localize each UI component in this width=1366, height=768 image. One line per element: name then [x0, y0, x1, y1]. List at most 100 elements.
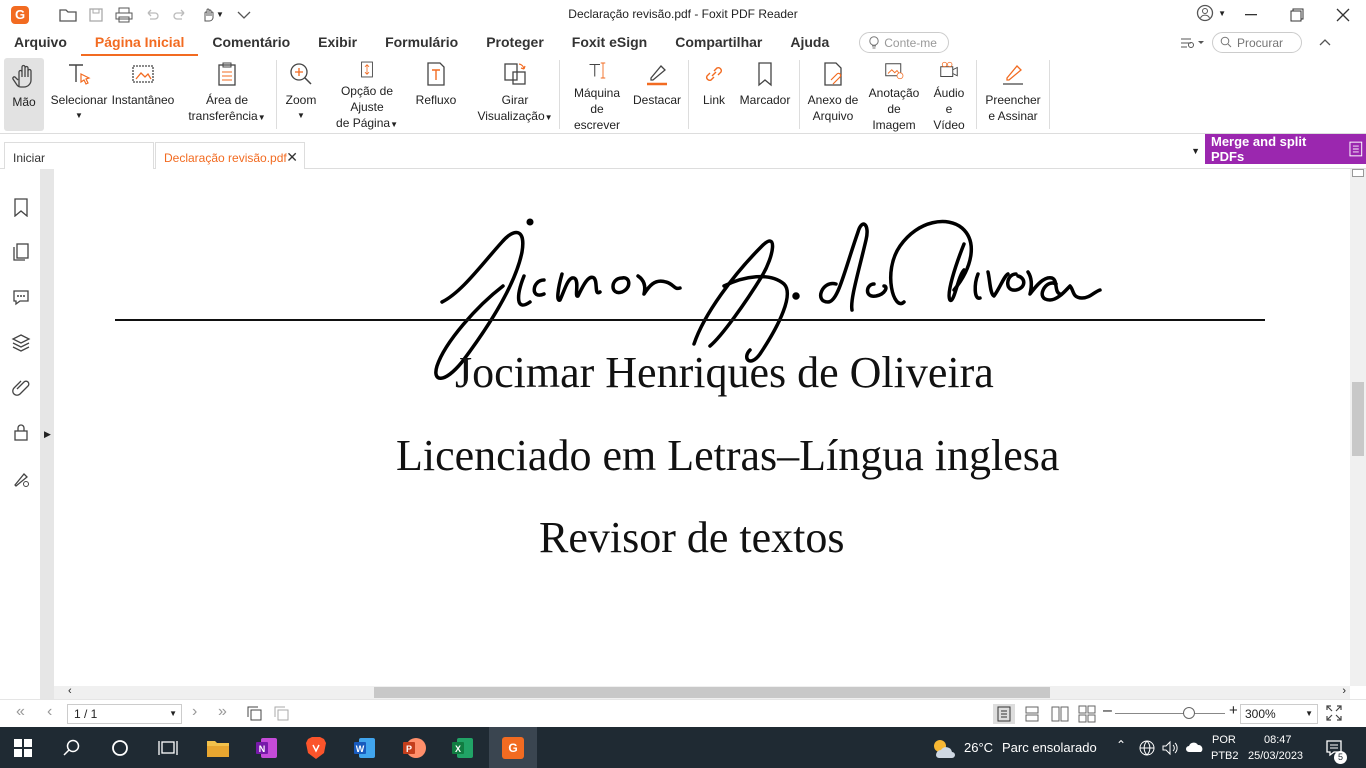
next-page-icon[interactable]: › — [192, 703, 197, 721]
tab-home[interactable]: Iniciar — [4, 142, 154, 169]
previous-page-icon[interactable]: ‹ — [47, 703, 52, 721]
horizontal-scrollbar[interactable]: ‹ › — [54, 685, 1350, 699]
bookmark-button[interactable]: Marcador — [735, 56, 795, 133]
powerpoint-icon[interactable]: P — [401, 735, 427, 761]
task-view-icon[interactable] — [155, 735, 181, 761]
security-panel-icon[interactable] — [11, 422, 31, 442]
redo-icon[interactable] — [168, 3, 192, 27]
hand-button[interactable]: Mão — [4, 58, 44, 131]
save-icon[interactable] — [84, 3, 108, 27]
weather-icon[interactable] — [930, 735, 956, 761]
menu-comentario[interactable]: Comentário — [198, 29, 304, 56]
single-page-view-icon[interactable] — [993, 704, 1015, 724]
expand-panel-icon[interactable]: ▶ — [44, 429, 51, 440]
zoom-slider-knob[interactable] — [1183, 707, 1195, 719]
search-options-icon[interactable] — [1180, 36, 1206, 50]
scroll-left-icon[interactable]: ‹ — [68, 685, 72, 697]
word-icon[interactable]: W — [352, 735, 378, 761]
horizontal-scroll-thumb[interactable] — [374, 687, 1050, 698]
signatures-panel-icon[interactable] — [11, 469, 31, 489]
audio-video-button[interactable]: Áudio e Vídeo — [926, 56, 972, 133]
page-dropdown-icon[interactable]: ▼ — [169, 709, 177, 718]
highlight-button[interactable]: Destacar — [630, 56, 684, 133]
clipboard-button[interactable]: Área de transferência▼ — [182, 56, 272, 133]
foxit-reader-taskbar-icon[interactable]: G — [500, 735, 526, 761]
show-hidden-icons-icon[interactable]: ⌃ — [1116, 738, 1126, 752]
foxit-logo-icon[interactable]: G — [8, 3, 32, 27]
cortana-icon[interactable] — [107, 735, 133, 761]
menu-foxit-esign[interactable]: Foxit eSign — [558, 29, 661, 56]
brave-browser-icon[interactable] — [303, 735, 329, 761]
volume-icon[interactable] — [1161, 739, 1179, 757]
continuous-view-icon[interactable] — [1022, 704, 1042, 724]
search-taskbar-icon[interactable] — [59, 735, 85, 761]
clock-date[interactable]: 25/03/2023 — [1248, 749, 1303, 763]
file-explorer-icon[interactable] — [205, 735, 231, 761]
menu-pagina-inicial[interactable]: Página Inicial — [80, 29, 199, 56]
account-button[interactable]: ▼ — [1196, 4, 1226, 22]
next-view-icon[interactable] — [273, 705, 291, 723]
menu-proteger[interactable]: Proteger — [472, 29, 558, 56]
pages-panel-icon[interactable] — [11, 242, 31, 262]
tab-document[interactable]: Declaração revisão.pdf ✕ — [155, 142, 305, 169]
vertical-scrollbar[interactable] — [1350, 169, 1366, 686]
comments-panel-icon[interactable] — [11, 287, 31, 307]
zoom-level-dropdown-icon[interactable]: ▼ — [1305, 709, 1313, 718]
maximize-button[interactable] — [1274, 0, 1320, 29]
close-button[interactable] — [1320, 0, 1366, 29]
hand-tool-icon[interactable]: ▼ — [196, 3, 228, 27]
windows-start-icon[interactable] — [10, 735, 36, 761]
zoom-out-icon[interactable]: – — [1103, 702, 1112, 720]
menu-formulario[interactable]: Formulário — [371, 29, 472, 56]
typewriter-button[interactable]: Máquina de escrever — [564, 56, 630, 133]
fullscreen-icon[interactable] — [1326, 705, 1342, 721]
link-button[interactable]: Link — [693, 56, 735, 133]
snapshot-button[interactable]: Instantâneo — [110, 56, 176, 133]
attachments-panel-icon[interactable] — [11, 377, 31, 397]
print-icon[interactable] — [112, 3, 136, 27]
bookmarks-panel-icon[interactable] — [11, 197, 31, 217]
previous-view-icon[interactable] — [246, 705, 264, 723]
facing-view-icon[interactable] — [1050, 704, 1070, 724]
reflow-button[interactable]: Refluxo — [413, 56, 459, 133]
minimize-button[interactable] — [1228, 0, 1274, 29]
document-view[interactable]: Jocimar Henriques de Oliveira Licenciado… — [54, 169, 1350, 686]
layers-panel-icon[interactable] — [11, 332, 31, 352]
customize-toolbar-icon[interactable] — [232, 3, 256, 27]
input-language-1[interactable]: POR — [1212, 733, 1236, 747]
vertical-scroll-thumb[interactable] — [1352, 382, 1364, 456]
panel-splitter[interactable]: ▶ — [40, 169, 54, 699]
clock-time[interactable]: 08:47 — [1264, 733, 1292, 747]
scroll-up-button[interactable] — [1352, 169, 1364, 177]
ribbon-collapse-icon[interactable] — [1318, 38, 1332, 48]
rotate-view-button[interactable]: Girar Visualização▼ — [475, 56, 555, 133]
last-page-icon[interactable]: » — [218, 703, 227, 721]
menu-exibir[interactable]: Exibir — [304, 29, 371, 56]
excel-icon[interactable]: X — [450, 735, 476, 761]
close-tab-icon[interactable]: ✕ — [286, 149, 298, 166]
image-annotation-button[interactable]: Anotação de Imagem — [862, 56, 926, 133]
menu-arquivo[interactable]: Arquivo — [0, 29, 81, 56]
tab-list-dropdown-icon[interactable]: ▼ — [1191, 146, 1200, 156]
onenote-icon[interactable]: N — [254, 735, 280, 761]
tell-me-box[interactable]: Conte-me — [859, 32, 950, 53]
menu-ajuda[interactable]: Ajuda — [776, 29, 843, 56]
zoom-slider[interactable] — [1115, 713, 1225, 714]
network-icon[interactable] — [1138, 739, 1156, 757]
zoom-level-field[interactable]: 300% ▼ — [1240, 704, 1318, 724]
page-number-field[interactable]: 1 / 1 ▼ — [67, 704, 182, 724]
merge-split-promo-button[interactable]: Merge and split PDFs — [1205, 134, 1366, 164]
first-page-icon[interactable]: « — [16, 703, 25, 721]
onedrive-icon[interactable] — [1185, 740, 1205, 754]
scroll-right-icon[interactable]: › — [1342, 685, 1346, 697]
menu-compartilhar[interactable]: Compartilhar — [661, 29, 776, 56]
file-attachment-button[interactable]: Anexo de Arquivo — [804, 56, 862, 133]
page-fit-button[interactable]: Opção de Ajuste de Página▼ — [321, 56, 413, 133]
undo-icon[interactable] — [140, 3, 164, 27]
select-button[interactable]: Selecionar ▼ — [48, 56, 110, 133]
zoom-in-icon[interactable]: + — [1229, 702, 1238, 719]
open-folder-icon[interactable] — [56, 3, 80, 27]
fill-sign-button[interactable]: Preencher e Assinar — [981, 56, 1045, 133]
continuous-facing-view-icon[interactable] — [1077, 704, 1097, 724]
zoom-button[interactable]: Zoom ▼ — [281, 56, 321, 133]
